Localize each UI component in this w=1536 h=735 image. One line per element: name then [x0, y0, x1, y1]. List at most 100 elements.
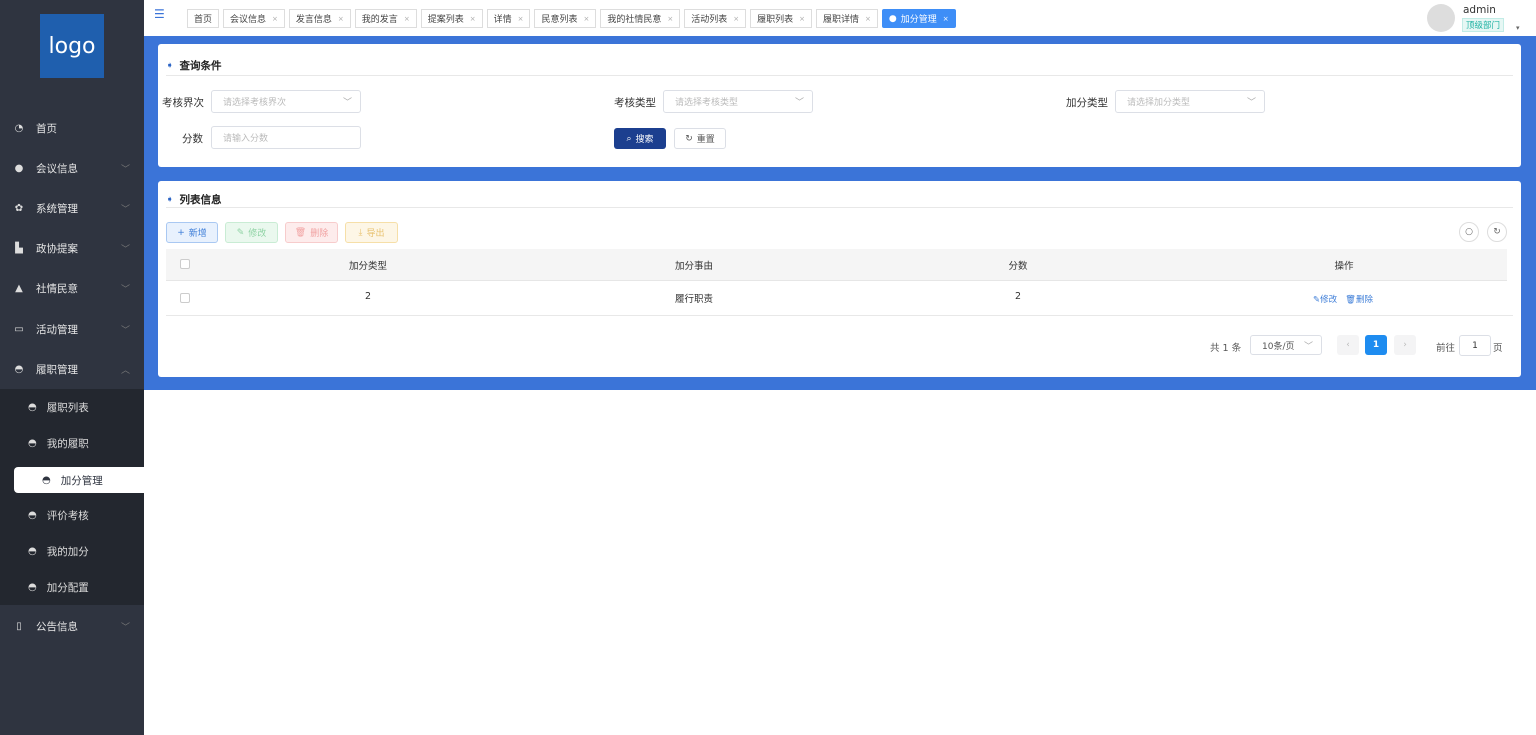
next-page-button[interactable]: ›	[1394, 335, 1416, 355]
list-title: ➧ 列表信息	[166, 192, 222, 207]
tab-item[interactable]: 发言信息 ×	[288, 9, 351, 28]
row-checkbox[interactable]	[180, 293, 190, 303]
submenu-item[interactable]: ◓ 评价考核	[0, 497, 144, 533]
chevron-down-icon: ﹀	[342, 98, 352, 108]
divider	[166, 315, 1513, 316]
chevron-down-icon: ﹀	[794, 98, 804, 108]
close-icon[interactable]: ×	[338, 15, 344, 23]
tab-item[interactable]: 履职详情 ×	[816, 9, 878, 28]
close-icon[interactable]: ×	[943, 15, 949, 23]
export-button[interactable]: ⤓ 导出	[345, 222, 398, 243]
tabs-bar: 首页 会议信息 × 发言信息 × 我的发言 × 提案列表 × 详情 × 民意列表 × 我的社情民意 × 活动列…	[187, 9, 956, 28]
sidebar-item-proposal[interactable]: ▙ 政协提案 ﹀	[0, 228, 144, 268]
download-icon: ⤓	[358, 227, 363, 238]
divider	[166, 207, 1513, 208]
role-icon: ◓	[42, 474, 51, 486]
tab-item[interactable]: 履职列表 ×	[750, 9, 813, 28]
tab-label: 履职列表	[757, 15, 794, 25]
close-icon[interactable]: ×	[272, 15, 278, 23]
placeholder: 请选择考核界次	[223, 98, 287, 108]
close-icon[interactable]: ×	[667, 15, 673, 23]
sidebar-item-duty[interactable]: ◓ 履职管理 ︿	[0, 349, 144, 389]
close-icon[interactable]: ×	[404, 15, 410, 23]
sidebar-item-opinion[interactable]: ▲ 社情民意 ﹀	[0, 268, 144, 308]
field-label: 加分类型	[1066, 97, 1108, 109]
bonus-type-select[interactable]: 请选择加分类型 ﹀	[1115, 90, 1265, 113]
sidebar-item-system[interactable]: ✿ 系统管理 ﹀	[0, 188, 144, 228]
chevron-down-icon: ﹀	[120, 204, 130, 215]
page-1-button[interactable]: 1	[1365, 335, 1387, 355]
role-icon: ◓	[14, 363, 24, 375]
tab-item[interactable]: 首页	[187, 9, 220, 28]
submenu-item[interactable]: ◓ 加分配置	[0, 569, 144, 605]
tab-label: 会议信息	[230, 15, 267, 25]
tab-item[interactable]: 详情 ×	[486, 9, 531, 28]
logo: logo	[40, 14, 104, 78]
search-button[interactable]: ⌕ 搜索	[614, 128, 666, 149]
title-text: 查询条件	[179, 60, 222, 72]
tab-label: 首页	[194, 15, 213, 25]
tab-label: 发言信息	[295, 15, 332, 25]
caret-down-icon[interactable]: ▾	[1516, 24, 1520, 32]
row-delete-link[interactable]: 🗑删除	[1345, 293, 1373, 305]
label: 导出	[366, 229, 385, 239]
placeholder: 请输入分数	[223, 134, 269, 144]
field-label: 考核类型	[614, 97, 656, 109]
submenu-item[interactable]: ◓ 我的履职	[0, 425, 144, 461]
page-suffix: 页	[1493, 343, 1503, 354]
submenu-item[interactable]: ◓ 履职列表	[0, 389, 144, 425]
prev-page-button[interactable]: ‹	[1337, 335, 1359, 355]
label: 修改	[1320, 295, 1338, 305]
type-select[interactable]: 请选择考核类型 ﹀	[663, 90, 813, 113]
users-icon: ●	[14, 162, 24, 174]
chevron-down-icon: ﹀	[1303, 341, 1313, 352]
tab-item[interactable]: 我的社情民意 ×	[600, 9, 681, 28]
chevron-down-icon: ﹀	[120, 284, 130, 295]
close-icon[interactable]: ×	[733, 15, 739, 23]
dashboard-icon: ◔	[14, 122, 24, 134]
sidebar-item-meeting[interactable]: ● 会议信息 ﹀	[0, 148, 144, 188]
search-toggle-icon[interactable]: ○	[1459, 222, 1479, 242]
sidebar-item-home[interactable]: ◔ 首页	[0, 108, 144, 148]
tab-item[interactable]: 我的发言 ×	[354, 9, 417, 28]
goto-page-input[interactable]: 1	[1459, 335, 1491, 356]
mobile-icon: ▯	[16, 620, 22, 632]
chevron-down-icon: ﹀	[120, 622, 130, 633]
delete-button[interactable]: 🗑 删除	[285, 222, 338, 243]
trash-icon: 🗑	[294, 227, 307, 238]
tab-item[interactable]: ● 加分管理 ×	[881, 9, 956, 28]
close-icon[interactable]: ×	[583, 15, 589, 23]
label: 加分配置	[46, 581, 89, 594]
submenu-item-active[interactable]: ◓ 加分管理	[14, 467, 144, 493]
role-icon: ◓	[28, 545, 37, 557]
close-icon[interactable]: ×	[865, 15, 871, 23]
page-size-select[interactable]: 10条/页 ﹀	[1250, 335, 1322, 355]
submenu-item[interactable]: ◓ 我的加分	[0, 533, 144, 569]
sidebar-item-activity[interactable]: ▭ 活动管理 ﹀	[0, 309, 144, 349]
score-input[interactable]: 请输入分数	[211, 126, 361, 149]
tab-item[interactable]: 活动列表 ×	[684, 9, 747, 28]
dot-icon: ●	[888, 13, 897, 24]
tab-item[interactable]: 提案列表 ×	[420, 9, 483, 28]
placeholder: 请选择加分类型	[1127, 98, 1191, 108]
goto-label: 前往	[1436, 343, 1456, 354]
sidebar-item-notice[interactable]: ▯ 公告信息 ﹀	[0, 606, 144, 646]
select-all-checkbox[interactable]	[180, 259, 190, 269]
menu-toggle-icon[interactable]: ☰	[154, 7, 165, 21]
row-edit-link[interactable]: ✎修改	[1313, 293, 1337, 305]
close-icon[interactable]: ×	[470, 15, 476, 23]
avatar[interactable]	[1427, 4, 1455, 32]
search-icon: ⌕	[626, 133, 632, 144]
reset-button[interactable]: ↻ 重置	[674, 128, 726, 149]
tab-item[interactable]: 民意列表 ×	[534, 9, 597, 28]
tab-item[interactable]: 会议信息 ×	[223, 9, 285, 28]
close-icon[interactable]: ×	[518, 15, 524, 23]
refresh-icon[interactable]: ↻	[1487, 222, 1507, 242]
add-button[interactable]: + 新增	[166, 222, 218, 243]
edit-button[interactable]: ✎ 修改	[225, 222, 278, 243]
close-icon[interactable]: ×	[799, 15, 805, 23]
title-text: 列表信息	[179, 194, 222, 206]
label: 修改	[248, 229, 267, 239]
term-select[interactable]: 请选择考核界次 ﹀	[211, 90, 361, 113]
tab-label: 我的社情民意	[607, 15, 662, 25]
